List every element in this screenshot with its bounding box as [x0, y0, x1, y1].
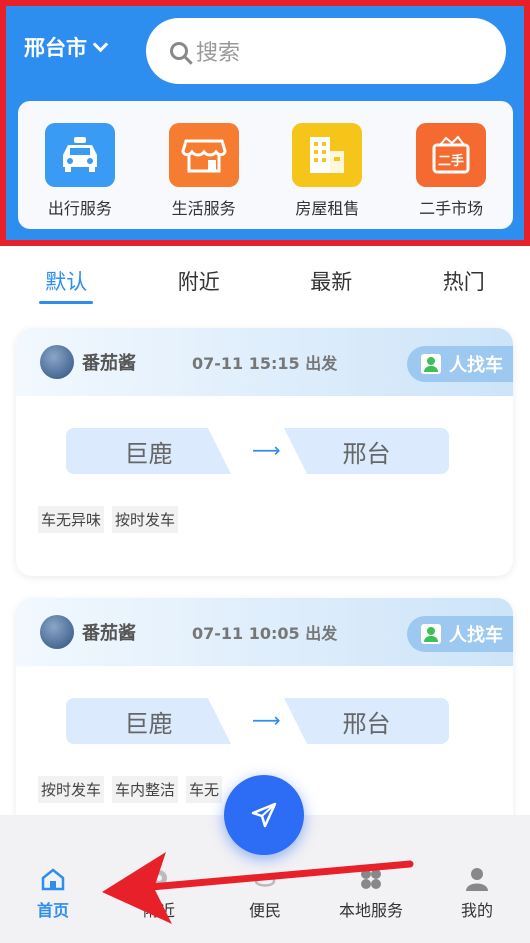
nav-label: 本地服务	[338, 901, 403, 920]
nav-label: 首页	[36, 901, 69, 920]
send-icon	[251, 802, 277, 828]
nearby-icon	[145, 867, 173, 891]
service-item-life[interactable]: 生活服务	[149, 123, 259, 229]
route-origin: 巨鹿	[66, 698, 231, 744]
post-tag: 车内整洁	[112, 776, 179, 803]
service-label: 房屋租售	[295, 199, 360, 218]
grid-icon	[357, 867, 385, 891]
building-icon	[292, 123, 363, 187]
search-input[interactable]: 搜索	[146, 18, 506, 84]
post-type-badge: 人找车	[407, 616, 513, 652]
nav-convenience[interactable]: 便民	[220, 867, 310, 943]
header-banner: 邢台市 搜索 出行服务 生活服务 房屋租售 二手 二手市场	[0, 0, 530, 246]
nav-profile[interactable]: 我的	[432, 867, 522, 943]
person-icon	[421, 624, 441, 644]
shop-icon	[168, 123, 239, 187]
svg-text:二手: 二手	[438, 153, 464, 169]
route-destination: 邢台	[284, 428, 449, 474]
service-item-secondhand[interactable]: 二手 二手市场	[396, 123, 506, 229]
chevron-down-icon	[92, 36, 109, 52]
person-icon	[421, 354, 441, 374]
avatar[interactable]	[40, 615, 74, 649]
search-placeholder: 搜索	[196, 41, 241, 66]
post-header: 番茄酱 07-11 10:05 出发 人找车	[16, 598, 513, 666]
feed-tabs: 默认 附近 最新 热门	[0, 246, 530, 316]
post-username: 番茄酱	[82, 623, 136, 644]
route: 巨鹿 ⟶ 邢台	[16, 666, 513, 756]
post-time: 07-11 10:05 出发	[192, 624, 338, 643]
route-origin: 巨鹿	[66, 428, 231, 474]
post-tag: 车无异味	[38, 506, 105, 533]
nav-label: 我的	[460, 901, 493, 920]
profile-icon	[463, 867, 491, 891]
post-feed: 番茄酱 07-11 15:15 出发 人找车 巨鹿 ⟶ 邢台 车无异味 按时发车…	[0, 316, 530, 838]
nav-label: 附近	[142, 901, 175, 920]
post-tag: 按时发车	[38, 776, 105, 803]
tab-latest[interactable]: 最新	[304, 266, 358, 296]
post-header: 番茄酱 07-11 15:15 出发 人找车	[16, 328, 513, 396]
service-item-housing[interactable]: 房屋租售	[272, 123, 382, 229]
badge-label: 人找车	[449, 625, 503, 646]
nav-home[interactable]: 首页	[8, 867, 98, 943]
service-item-travel[interactable]: 出行服务	[25, 123, 135, 229]
tab-default[interactable]: 默认	[39, 266, 94, 304]
service-label: 二手市场	[419, 199, 484, 218]
arrow-right-icon: ⟶	[252, 438, 281, 462]
tab-hot[interactable]: 热门	[437, 266, 491, 296]
post-type-badge: 人找车	[407, 346, 513, 382]
post-card[interactable]: 番茄酱 07-11 15:15 出发 人找车 巨鹿 ⟶ 邢台 车无异味 按时发车	[16, 328, 513, 576]
taxi-icon	[44, 123, 115, 187]
service-label: 出行服务	[47, 199, 112, 218]
nav-nearby[interactable]: 附近	[114, 867, 204, 943]
city-selector[interactable]: 邢台市	[24, 32, 109, 62]
post-tag: 车无	[186, 776, 223, 803]
avatar[interactable]	[40, 345, 74, 379]
search-icon	[170, 42, 188, 60]
convenience-icon	[251, 867, 279, 891]
post-tag: 按时发车	[112, 506, 179, 533]
arrow-right-icon: ⟶	[252, 708, 281, 732]
city-label: 邢台市	[24, 36, 87, 60]
publish-button[interactable]	[224, 775, 304, 855]
post-tags: 车无异味 按时发车	[16, 486, 513, 533]
post-username: 番茄酱	[82, 353, 136, 374]
service-label: 生活服务	[171, 199, 236, 218]
service-grid: 出行服务 生活服务 房屋租售 二手 二手市场	[18, 101, 513, 229]
secondhand-box-icon: 二手	[416, 123, 487, 187]
home-icon	[39, 867, 67, 891]
tab-nearby[interactable]: 附近	[172, 266, 226, 296]
nav-local-services[interactable]: 本地服务	[326, 867, 416, 943]
nav-label: 便民	[248, 901, 281, 920]
route-destination: 邢台	[284, 698, 449, 744]
route: 巨鹿 ⟶ 邢台	[16, 396, 513, 486]
post-time: 07-11 15:15 出发	[192, 354, 338, 373]
badge-label: 人找车	[449, 355, 503, 376]
